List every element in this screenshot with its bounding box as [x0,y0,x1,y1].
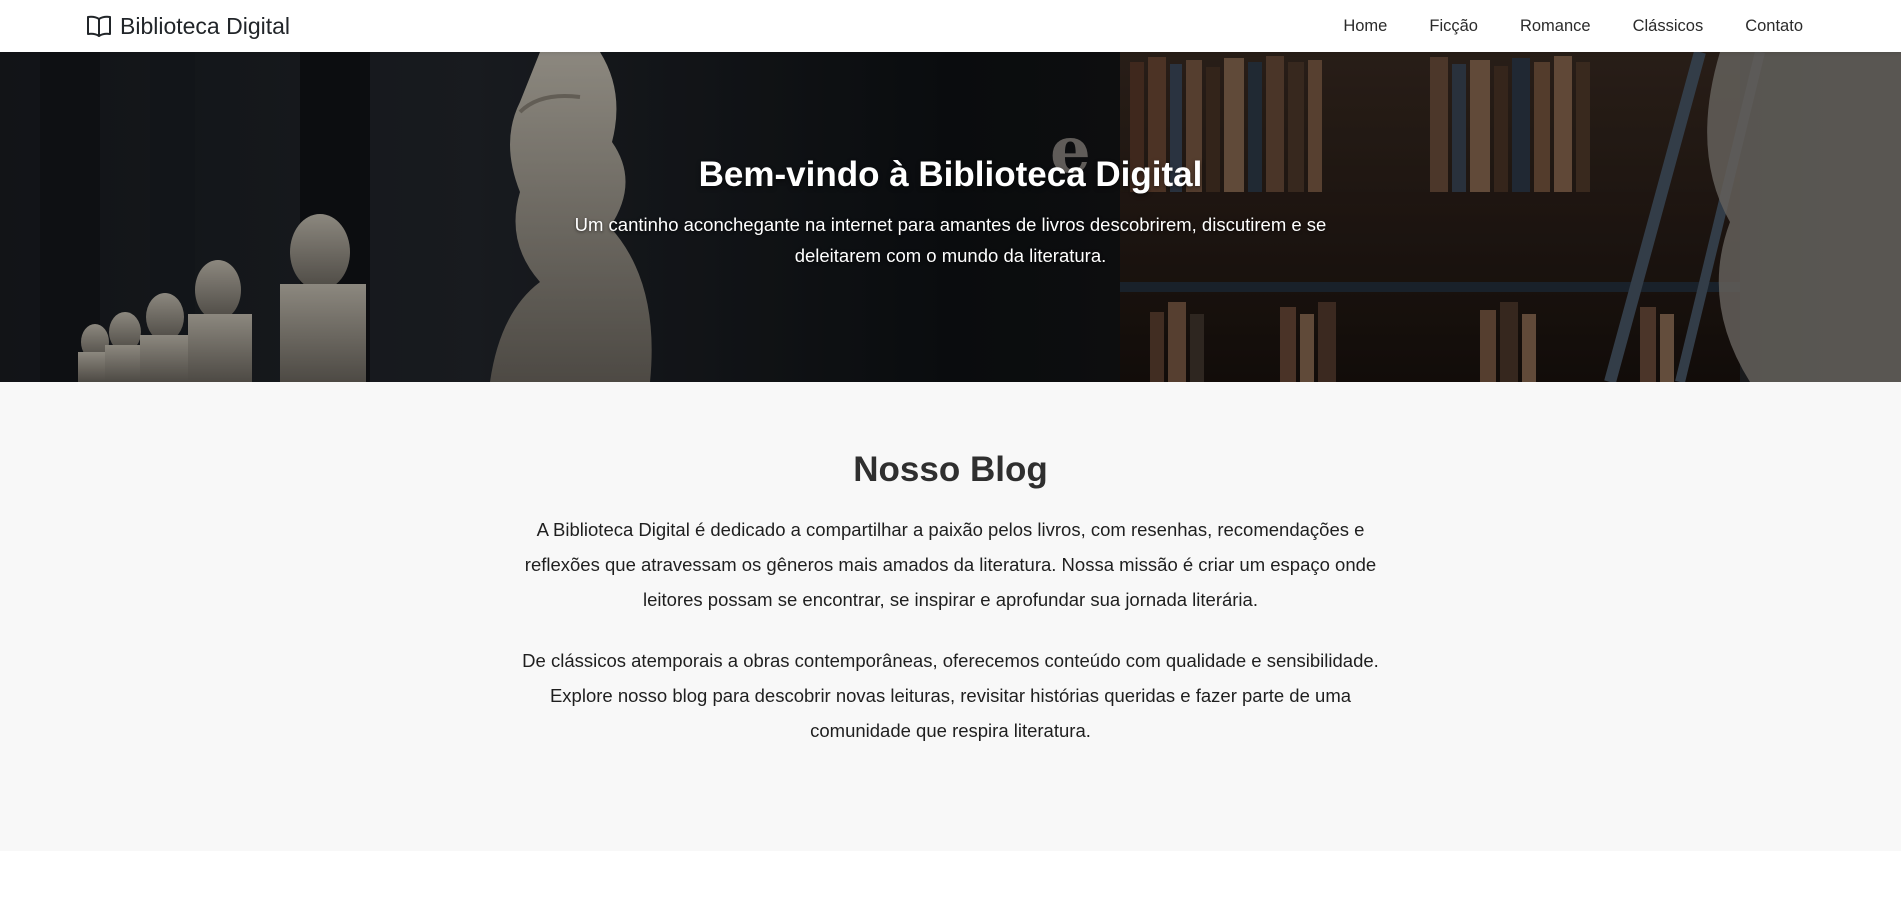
nav-link-romance[interactable]: Romance [1499,17,1612,36]
nav-links: Home Ficção Romance Clássicos Contato [1322,17,1815,36]
hero-title: Bem-vindo à Biblioteca Digital [698,155,1203,194]
brand-link[interactable]: Biblioteca Digital [86,13,290,40]
nav-link-home[interactable]: Home [1322,17,1408,36]
brand-name: Biblioteca Digital [120,12,291,39]
blog-section: Nosso Blog A Biblioteca Digital é dedica… [0,382,1901,851]
open-book-icon [86,14,112,38]
blog-text: A Biblioteca Digital é dedicado a compar… [516,512,1386,748]
hero-subtitle: Um cantinho aconchegante na internet par… [574,214,1327,266]
top-navbar: Biblioteca Digital Home Ficção Romance C… [0,0,1901,52]
blog-paragraph-1: A Biblioteca Digital é dedicado a compar… [524,519,1377,610]
nav-link-contato[interactable]: Contato [1724,17,1815,36]
hero-banner: e Bem-vindo à Biblioteca Digital Um cant… [0,52,1901,382]
hero-content: Bem-vindo à Biblioteca Digital Um cantin… [0,52,1901,382]
nav-link-ficcao[interactable]: Ficção [1408,17,1499,36]
blog-title: Nosso Blog [853,450,1048,489]
nav-link-classicos[interactable]: Clássicos [1612,17,1725,36]
blog-paragraph-2: De clássicos atemporais a obras contempo… [522,650,1379,741]
